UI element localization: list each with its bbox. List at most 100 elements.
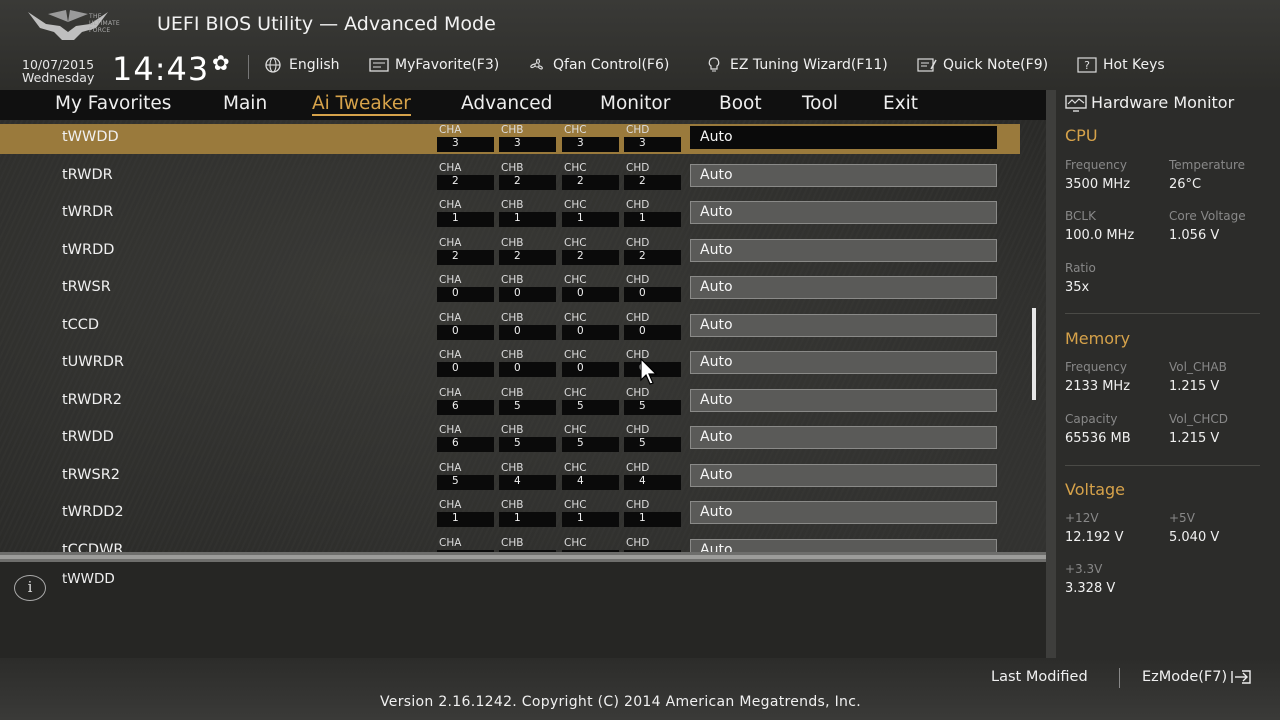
qfan-control-button[interactable]: Qfan Control(F6) [527, 57, 669, 73]
fan-icon [530, 58, 543, 70]
cpu-frequency-label: Frequency [1065, 158, 1127, 172]
ez-tuning-wizard-button[interactable]: EZ Tuning Wizard(F11) [704, 57, 888, 73]
channel-value-box: 0 [624, 324, 681, 340]
app-title: UEFI BIOS Utility — Advanced Mode [157, 13, 496, 35]
divider [248, 55, 249, 79]
setting-row[interactable]: tRWDR2 CHA 6 CHB 5 CHC 5 CHD 5 Auto [0, 383, 1046, 420]
channel-value-box: 3 [437, 137, 494, 152]
last-modified-button[interactable]: Last Modified [991, 669, 1088, 685]
mouse-cursor-icon [640, 358, 658, 385]
channel-value-box: 1 [499, 512, 556, 527]
channel-value: 2 [514, 249, 521, 262]
core-voltage-label: Core Voltage [1169, 209, 1246, 223]
myfavorite-button[interactable]: MyFavorite(F3) [369, 57, 499, 73]
channel-label: CHA [439, 199, 462, 211]
setting-value-field[interactable]: Auto [690, 463, 997, 487]
tab-tool[interactable]: Tool [802, 93, 838, 114]
tab-boot[interactable]: Boot [719, 93, 762, 114]
memory-section-title: Memory [1065, 329, 1131, 348]
channel-chd: CHD 2 [624, 162, 681, 190]
quick-note-button[interactable]: Quick Note(F9) [917, 57, 1048, 73]
tab-ai-tweaker[interactable]: Ai Tweaker [312, 93, 411, 116]
v33-label: +3.3V [1065, 562, 1103, 576]
hot-keys-button[interactable]: ? Hot Keys [1077, 57, 1165, 73]
setting-value-field[interactable]: Auto [690, 426, 997, 449]
setting-row[interactable]: tRWSR2 CHA 5 CHB 4 CHC 4 CHD 4 Auto [0, 458, 1046, 495]
channel-chd: CHD 5 [624, 387, 681, 415]
gear-icon[interactable]: ✿ [212, 51, 230, 75]
channel-value: 0 [577, 287, 584, 299]
v5-label: +5V [1169, 511, 1195, 525]
date-display: 10/07/2015 Wednesday [22, 58, 94, 84]
capacity-label: Capacity [1065, 412, 1118, 426]
setting-row[interactable]: tCCDWR CHA CHB CHC CHD Auto [0, 533, 1046, 552]
ezmode-button[interactable]: EzMode(F7) [1142, 669, 1252, 685]
channel-value: 5 [577, 437, 584, 449]
setting-row[interactable]: tUWRDRCHA0CHB0CHC0CHD0Auto [0, 345, 1046, 382]
setting-row[interactable]: tRWDD CHA 6 CHB 5 CHC 5 CHD 5 Auto [0, 420, 1046, 457]
setting-value-field[interactable]: Auto [690, 276, 997, 299]
channel-label: CHA [439, 311, 462, 324]
footer [0, 658, 1280, 720]
setting-row[interactable]: tWWDD CHA 3 CHB 3 CHC 3 CHD 3 Auto [0, 120, 1046, 157]
cpu-frequency-value: 3500 MHz [1065, 177, 1131, 192]
setting-row[interactable]: tWRDD2 CHA 1 CHB 1 CHC 1 CHD 1 Auto [0, 495, 1046, 532]
channel-value: 5 [639, 399, 646, 412]
setting-value-field[interactable]: Auto [690, 501, 997, 524]
setting-value-field[interactable]: Auto [690, 388, 997, 412]
channel-cha: CHA 2 [437, 162, 494, 190]
channel-value-box: 0 [562, 362, 619, 377]
tab-my-favorites[interactable]: My Favorites [55, 93, 171, 114]
channel-value: 2 [577, 174, 584, 187]
channel-label: CHC [564, 424, 587, 436]
channel-value-box: 2 [562, 249, 619, 265]
channel-label: CHB [501, 311, 524, 324]
setting-value-field[interactable]: Auto [690, 163, 997, 187]
channel-label: CHA [439, 124, 462, 136]
setting-value-field[interactable]: Auto [690, 201, 997, 224]
setting-row[interactable]: tWRDD CHA 2 CHB 2 CHC 2 CHD 2 Auto [0, 233, 1046, 270]
channel-label: CHD [626, 236, 650, 249]
channel-label: CHA [439, 349, 462, 361]
tab-monitor[interactable]: Monitor [600, 93, 670, 114]
cpu-temperature-value: 26°C [1169, 177, 1202, 192]
channel-chb: CHB 2 [499, 162, 556, 190]
setting-row[interactable]: tRWDR CHA 2 CHB 2 CHC 2 CHD 2 Auto [0, 158, 1046, 195]
channel-value: 1 [514, 512, 521, 524]
scrollbar[interactable] [1032, 308, 1036, 400]
setting-row[interactable]: tCCD CHA 0 CHB 0 CHC 0 CHD 0 Auto [0, 308, 1046, 345]
exit-arrow-icon [1231, 670, 1251, 684]
channel-value: 0 [452, 362, 459, 374]
setting-row[interactable]: tWRDR CHA 1 CHB 1 CHC 1 CHD 1 Auto [0, 195, 1046, 232]
channel-label: CHA [439, 236, 462, 249]
tab-main[interactable]: Main [223, 93, 267, 114]
setting-value-field[interactable]: Auto [690, 313, 997, 337]
channel-label: CHA [439, 424, 462, 436]
setting-value-field[interactable]: Auto [690, 538, 997, 552]
channel-label: CHD [626, 536, 650, 549]
channel-value: 2 [639, 174, 646, 187]
language-button[interactable]: English [263, 57, 340, 73]
setting-row[interactable]: tRWSR CHA 0 CHB 0 CHC 0 CHD 0 Auto [0, 270, 1046, 307]
settings-list: tWWDD CHA 3 CHB 3 CHC 3 CHD 3 Auto tRWDR CHA 2 CHB 2 CH… [0, 120, 1046, 552]
setting-value-field[interactable]: Auto [690, 351, 997, 374]
channel-value: 0 [514, 287, 521, 299]
channel-value: 0 [639, 324, 646, 337]
section-divider [1065, 313, 1260, 314]
setting-value-field[interactable]: Auto [690, 238, 997, 262]
tab-exit[interactable]: Exit [883, 93, 918, 114]
channel-value: 1 [639, 212, 646, 224]
vol-chcd-value: 1.215 V [1169, 431, 1220, 446]
channel-chc: CHC [562, 537, 619, 552]
channel-value-box: 2 [499, 249, 556, 265]
bulb-icon [708, 57, 720, 72]
monitor-icon [1065, 95, 1087, 112]
channel-value-box: 1 [499, 212, 556, 227]
channel-value: 4 [577, 474, 584, 487]
channel-label: CHA [439, 386, 462, 399]
setting-name: tCCD [62, 316, 100, 333]
setting-name: tRWSR2 [62, 466, 121, 483]
setting-value-field[interactable]: Auto [690, 126, 997, 149]
tab-advanced[interactable]: Advanced [461, 93, 552, 114]
channel-value: 0 [577, 362, 584, 374]
